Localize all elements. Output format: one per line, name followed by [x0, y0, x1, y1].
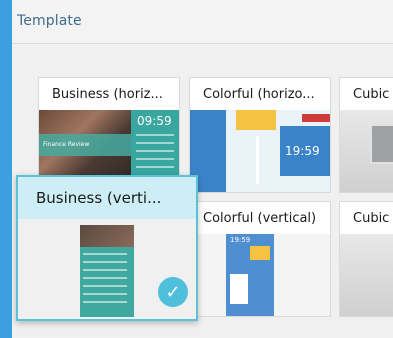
template-label: Cubic	[353, 86, 390, 102]
left-accent-bar	[0, 0, 12, 338]
checkmark-icon: ✓	[158, 277, 188, 307]
template-card-business-vertical[interactable]: Business (verti... ✓	[16, 175, 198, 321]
template-card-colorful-vertical[interactable]: Colorful (vertical) 19:59	[189, 201, 331, 317]
section-title: Template	[17, 13, 82, 29]
template-label: Colorful (vertical)	[203, 210, 317, 226]
template-gallery[interactable]: Business (horiz... Finance Review 09:59 …	[12, 45, 393, 338]
template-thumbnail	[340, 234, 393, 316]
template-thumbnail: 19:59	[190, 234, 330, 316]
template-card-colorful-horizontal[interactable]: Colorful (horizo... 19:59	[189, 77, 331, 193]
template-label: Cubic	[353, 210, 390, 226]
template-label: Business (verti...	[18, 177, 196, 219]
template-card-cubic[interactable]: Cubic	[339, 77, 393, 193]
template-label: Business (horiz...	[52, 86, 163, 102]
template-thumbnail	[340, 110, 393, 192]
logo-icon	[302, 114, 330, 122]
template-thumbnail: 19:59	[190, 110, 330, 192]
template-card-cubic-vertical[interactable]: Cubic	[339, 201, 393, 317]
template-label: Colorful (horizo...	[203, 86, 315, 102]
template-header: Template	[12, 0, 393, 44]
